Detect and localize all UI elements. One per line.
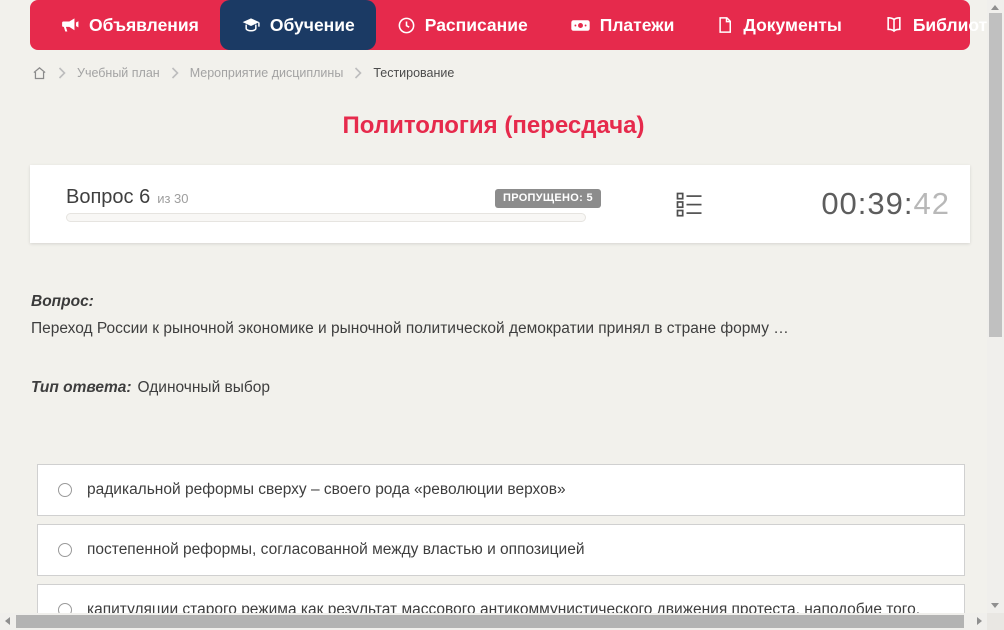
- banknote-icon: [570, 15, 591, 36]
- nav-item-announcements[interactable]: Объявления: [40, 0, 220, 50]
- timer: 00:39:42: [821, 186, 950, 222]
- chevron-right-icon: [171, 67, 179, 79]
- main-nav: Объявления Обучение Расписание Платежи Д…: [30, 0, 1004, 50]
- horizontal-scrollbar: [0, 613, 987, 630]
- document-icon: [716, 16, 734, 34]
- question-counter: Вопрос 6 из 30: [66, 186, 189, 209]
- breadcrumb: Учебный план Мероприятие дисциплины Тест…: [32, 63, 454, 83]
- answer-option-label: радикальной реформы сверху – своего рода…: [87, 481, 566, 498]
- nav-item-payments[interactable]: Платежи: [549, 0, 696, 50]
- question-label: Вопрос:: [31, 293, 94, 310]
- nav-item-label: Расписание: [424, 14, 528, 35]
- vertical-scrollbar: [987, 0, 1004, 613]
- graduation-cap-icon: [241, 15, 261, 35]
- horizontal-scrollbar-thumb[interactable]: [16, 615, 964, 628]
- question-panel: Вопрос 6 из 30 ПРОПУЩЕНО: 5 00:39:42: [30, 165, 970, 243]
- question-list-button[interactable]: [676, 191, 703, 223]
- question-number: Вопрос 6: [66, 186, 151, 208]
- vertical-scrollbar-thumb[interactable]: [989, 13, 1002, 337]
- question-total: из 30: [157, 191, 189, 206]
- list-icon: [676, 192, 703, 222]
- answer-type-row: Тип ответа: Одиночный выбор: [31, 379, 270, 397]
- breadcrumb-item-curriculum[interactable]: Учебный план: [77, 66, 160, 80]
- home-icon[interactable]: [32, 66, 47, 81]
- clock-icon: [397, 16, 416, 35]
- scroll-down-arrow[interactable]: [991, 603, 999, 608]
- nav-item-label: Документы: [743, 14, 842, 35]
- answer-type-value: Одиночный выбор: [137, 379, 271, 396]
- breadcrumb-item-testing: Тестирование: [373, 66, 455, 80]
- megaphone-icon: [61, 16, 80, 35]
- answer-options: радикальной реформы сверху – своего рода…: [37, 464, 965, 630]
- book-icon: [884, 15, 904, 35]
- answer-option-1[interactable]: радикальной реформы сверху – своего рода…: [37, 464, 965, 516]
- nav-item-education[interactable]: Обучение: [219, 0, 376, 50]
- nav-item-label: Объявления: [89, 14, 199, 35]
- radio-icon[interactable]: [58, 543, 72, 557]
- page-title: Политология (пересдача): [342, 112, 645, 139]
- question-text: Переход России к рыночной экономике и ры…: [31, 320, 789, 337]
- answer-type-label: Тип ответа:: [31, 379, 132, 396]
- scroll-up-arrow[interactable]: [991, 5, 999, 10]
- radio-icon[interactable]: [58, 483, 72, 497]
- timer-main: 00:39:: [821, 186, 914, 221]
- scroll-right-arrow[interactable]: [977, 617, 982, 625]
- nav-item-documents[interactable]: Документы: [695, 0, 862, 50]
- chevron-right-icon: [354, 67, 362, 79]
- answer-option-label: постепенной реформы, согласованной между…: [87, 541, 585, 558]
- chevron-right-icon: [58, 67, 66, 79]
- skipped-badge: ПРОПУЩЕНО: 5: [495, 189, 601, 208]
- nav-item-label: Платежи: [599, 14, 675, 35]
- nav-item-label: Обучение: [269, 14, 355, 35]
- breadcrumb-item-discipline-event[interactable]: Мероприятие дисциплины: [190, 66, 344, 80]
- scroll-left-arrow[interactable]: [5, 617, 10, 625]
- nav-item-schedule[interactable]: Расписание: [376, 0, 549, 50]
- progress-bar: [66, 213, 586, 222]
- timer-seconds: 42: [913, 186, 950, 221]
- answer-option-2[interactable]: постепенной реформы, согласованной между…: [37, 524, 965, 576]
- scrollbar-corner: [987, 613, 1004, 630]
- nav-item-library[interactable]: Библиотека ˅: [863, 0, 1004, 50]
